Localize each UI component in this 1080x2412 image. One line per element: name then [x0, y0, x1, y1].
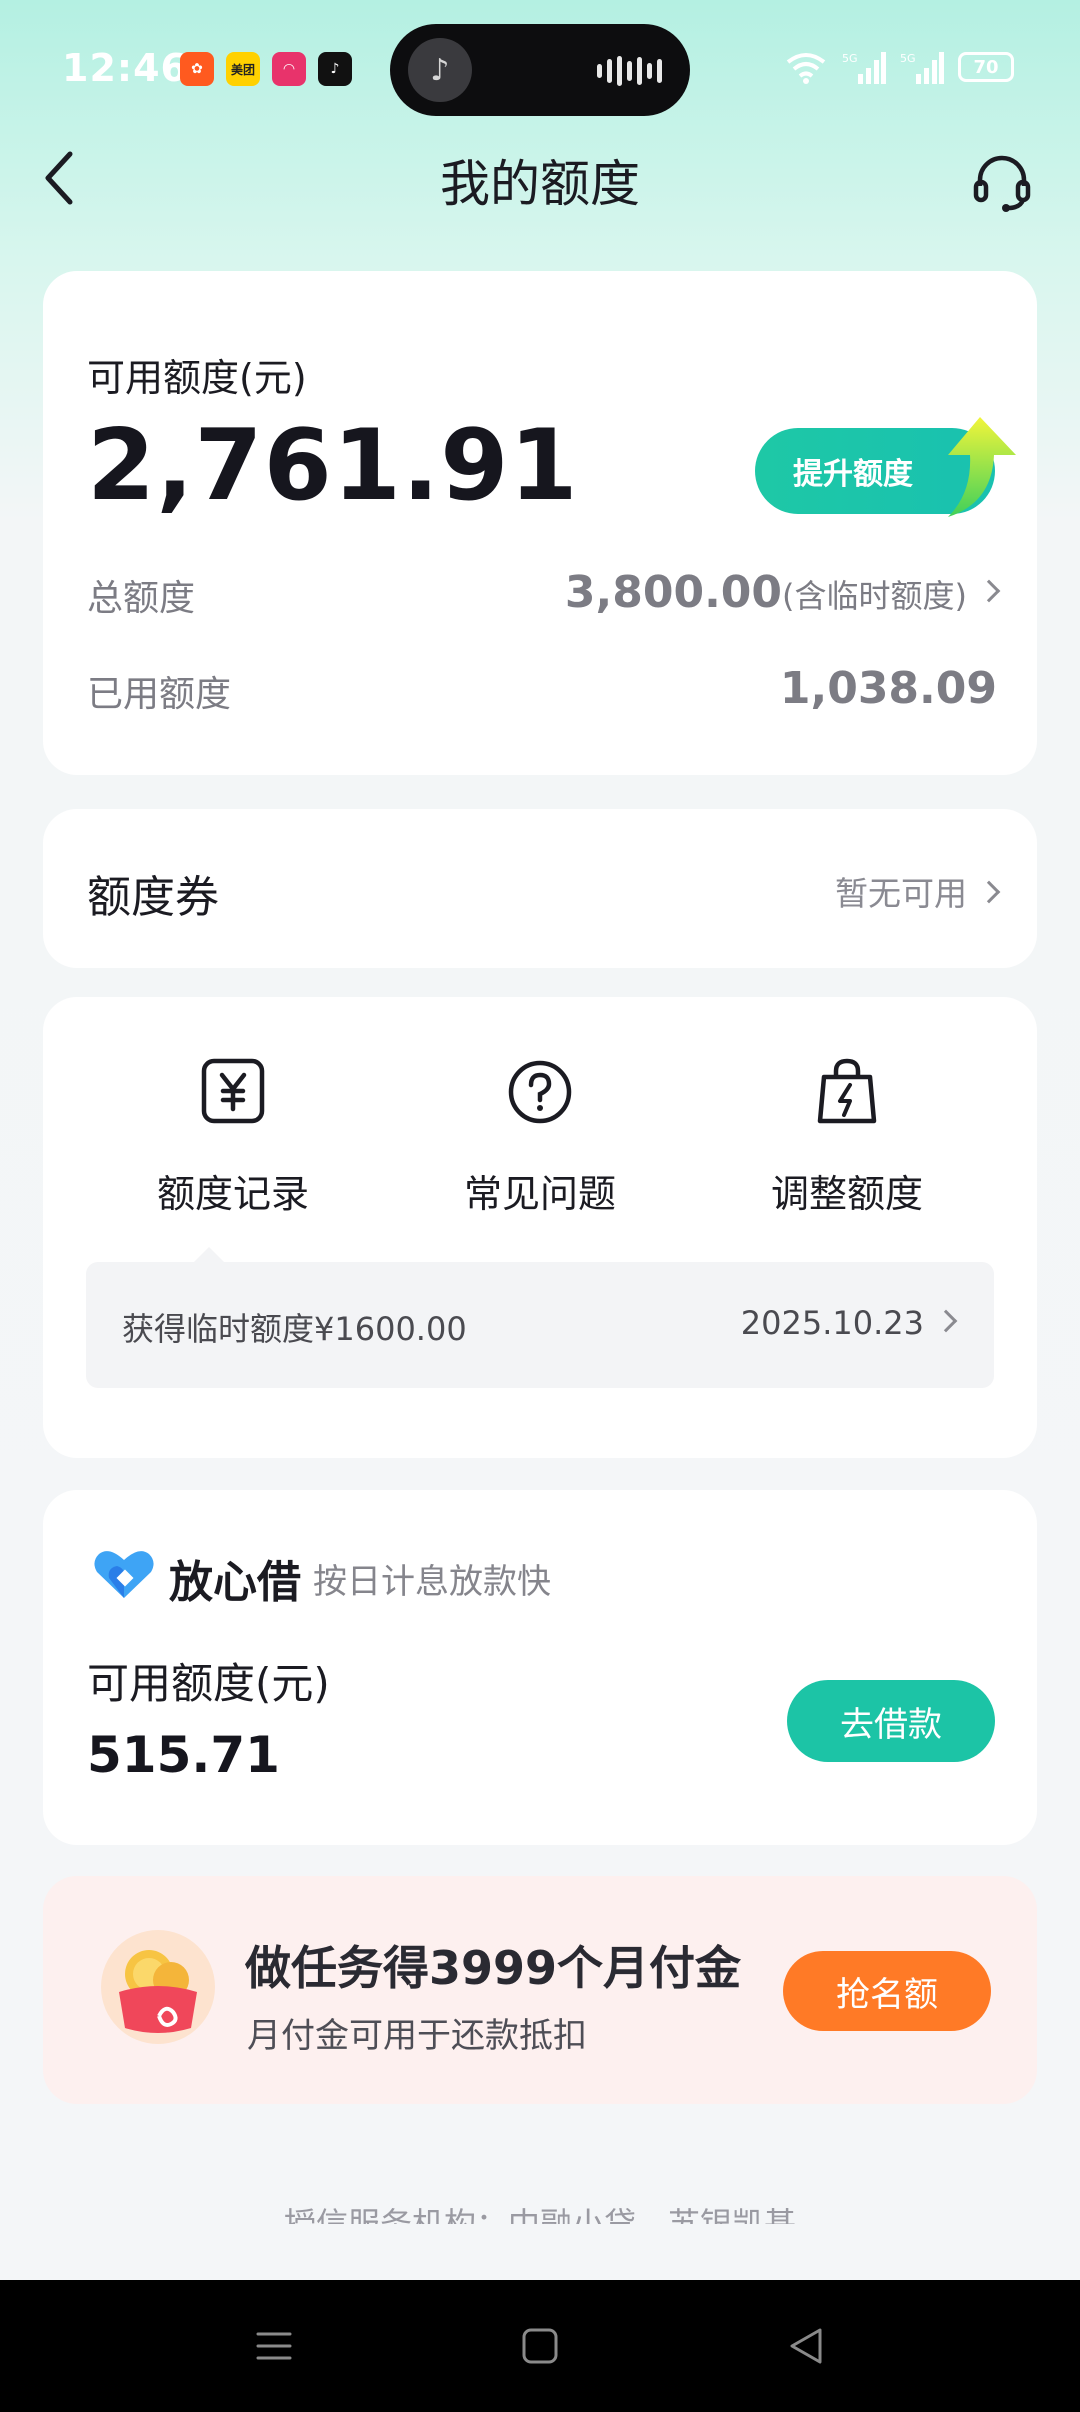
shortcut-limit-record[interactable]: 额度记录 — [113, 1057, 353, 1218]
question-icon — [508, 1060, 572, 1124]
chevron-right-icon — [977, 579, 1001, 603]
promo-subtitle: 月付金可用于还款抵扣 — [247, 2016, 587, 2056]
music-note-icon: ♪ — [408, 38, 472, 102]
total-limit-value: 3,800.00 — [564, 567, 783, 618]
coupon-title: 额度券 — [87, 872, 219, 923]
back-triangle-icon[interactable] — [782, 2322, 830, 2370]
available-limit-label: 可用额度(元) — [87, 356, 307, 400]
total-limit-note: (含临时额度) — [782, 577, 967, 615]
coupon-status: 暂无可用 — [835, 867, 1001, 915]
audio-wave-icon — [597, 56, 662, 86]
used-limit-value: 1,038.09 — [779, 663, 997, 714]
record-date: 2025.10.23 — [740, 1304, 958, 1342]
status-indicators: 5G 5G 70 — [784, 50, 1014, 84]
used-limit-label: 已用额度 — [87, 674, 232, 715]
shortcut-label: 常见问题 — [463, 1172, 616, 1216]
home-square-icon[interactable] — [516, 2322, 564, 2370]
customer-service-headset-icon[interactable] — [970, 150, 1034, 214]
wifi-icon — [786, 53, 826, 84]
tiktok-icon: ♪ — [318, 52, 352, 86]
page-title: 我的额度 — [440, 155, 640, 213]
status-bar: 12:46 ✿ 美团 ◠ ♪ ♪ 5G 5G 70 — [0, 0, 1080, 140]
record-text: 获得临时额度¥1600.00 — [122, 1310, 467, 1348]
signal-5g-icon: 5G — [842, 52, 886, 84]
shortcut-label: 额度记录 — [156, 1172, 309, 1216]
available-limit-value: 2,761.91 — [87, 409, 579, 523]
yuan-record-icon — [201, 1058, 265, 1124]
grab-slot-button[interactable]: 抢名额 — [783, 1951, 991, 2031]
status-time: 12:46 — [62, 46, 188, 90]
boost-limit-label: 提升额度 — [793, 457, 913, 492]
shortcut-faq[interactable]: 常见问题 — [420, 1057, 660, 1218]
svg-text:5G: 5G — [900, 52, 916, 65]
coupon-status-text: 暂无可用 — [835, 874, 967, 913]
up-arrow-icon — [948, 417, 1016, 517]
shortcut-adjust-limit[interactable]: 调整额度 — [727, 1057, 967, 1218]
promo-title: 做任务得3999个月付金 — [245, 1941, 742, 1995]
meituan-icon: 美团 — [226, 52, 260, 86]
battery-icon: 70 — [958, 52, 1014, 82]
bag-bolt-icon — [817, 1058, 877, 1124]
signal-5g-icon-2: 5G — [900, 52, 944, 84]
limit-card: 可用额度(元) 2,761.91 提升额度 总额度 3,800.00(含临时额度… — [43, 271, 1037, 775]
gold-coin-gift-icon — [101, 1930, 215, 2044]
total-limit-label: 总额度 — [87, 578, 196, 619]
total-limit-row[interactable]: 3,800.00(含临时额度) — [564, 567, 1001, 618]
promo-card[interactable]: 做任务得3999个月付金 月付金可用于还款抵扣 抢名额 — [43, 1876, 1037, 2104]
svg-text:5G: 5G — [842, 52, 858, 65]
shortcut-label: 调整额度 — [770, 1172, 923, 1216]
loan-brand: 放心借 — [169, 1557, 301, 1608]
shortcut-card: 额度记录 常见问题 调整额度 获得临时额度¥1600.00 2025.10.23 — [43, 997, 1037, 1458]
limit-record-item[interactable]: 获得临时额度¥1600.00 2025.10.23 — [86, 1262, 994, 1388]
menu-icon[interactable] — [250, 2322, 298, 2370]
dynamic-island[interactable]: ♪ — [390, 24, 690, 116]
qq-browser-icon: ✿ — [180, 52, 214, 86]
loan-brand-subtitle: 按日计息放款快 — [313, 1562, 551, 1602]
loan-available-label: 可用额度(元) — [87, 1659, 330, 1708]
coupon-card[interactable]: 额度券 暂无可用 — [43, 809, 1037, 968]
heart-logo-icon — [94, 1551, 154, 1598]
loan-card: 放心借 按日计息放款快 可用额度(元) 515.71 去借款 — [43, 1490, 1037, 1845]
borrow-button[interactable]: 去借款 — [787, 1680, 995, 1762]
record-pointer — [193, 1247, 225, 1263]
footer-disclaimer: 授信服务机构：中融小贷、苏银凯基 — [283, 2205, 796, 2224]
loan-available-value: 515.71 — [87, 1726, 280, 1784]
system-nav-bar — [0, 2280, 1080, 2412]
chevron-right-icon — [977, 880, 1001, 903]
record-date-text: 2025.10.23 — [740, 1304, 924, 1342]
app-red-icon: ◠ — [272, 52, 306, 86]
chevron-right-icon — [934, 1309, 958, 1333]
